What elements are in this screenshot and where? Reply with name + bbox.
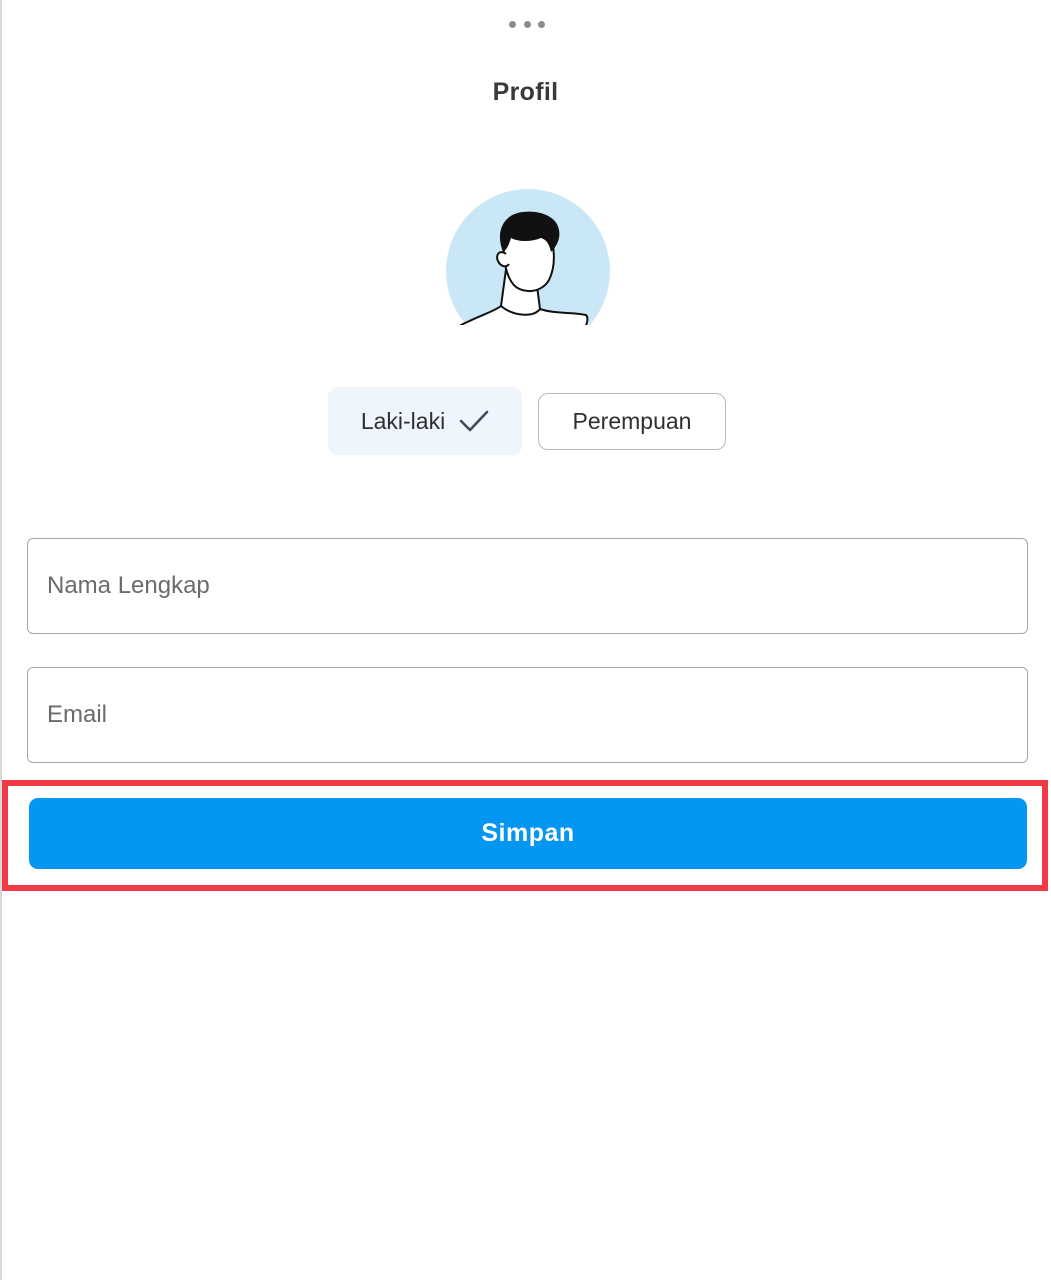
more-horizontal-icon[interactable] bbox=[509, 18, 545, 30]
gender-option-female[interactable]: Perempuan bbox=[538, 393, 726, 450]
window-edge bbox=[0, 0, 2, 1280]
email-input[interactable] bbox=[28, 668, 1027, 762]
dot bbox=[523, 20, 531, 28]
dot bbox=[538, 20, 545, 28]
page-title: Profil bbox=[492, 78, 559, 106]
dot bbox=[509, 20, 516, 28]
full-name-input[interactable] bbox=[28, 539, 1027, 633]
check-icon bbox=[459, 409, 489, 433]
male-avatar-icon bbox=[443, 188, 613, 333]
save-button[interactable]: Simpan bbox=[29, 798, 1027, 869]
full-name-field bbox=[27, 538, 1028, 634]
gender-option-label: Perempuan bbox=[572, 408, 692, 434]
gender-option-label: Laki-laki bbox=[360, 407, 446, 434]
email-field bbox=[27, 667, 1028, 763]
gender-option-male[interactable]: Laki-laki bbox=[328, 387, 522, 455]
